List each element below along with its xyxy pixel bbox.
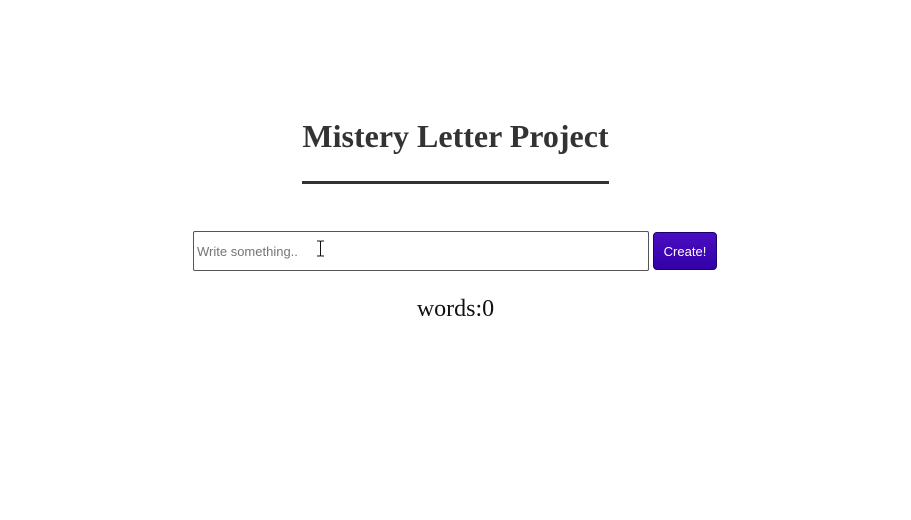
page: Mistery Letter Project Create! words:0 [0,0,911,520]
letter-text-input[interactable] [193,231,649,271]
title-block: Mistery Letter Project [0,116,911,184]
word-count: words:0 [416,296,495,322]
letter-form: Create! [193,231,717,271]
page-title: Mistery Letter Project [302,116,609,184]
create-button[interactable]: Create! [653,232,717,270]
